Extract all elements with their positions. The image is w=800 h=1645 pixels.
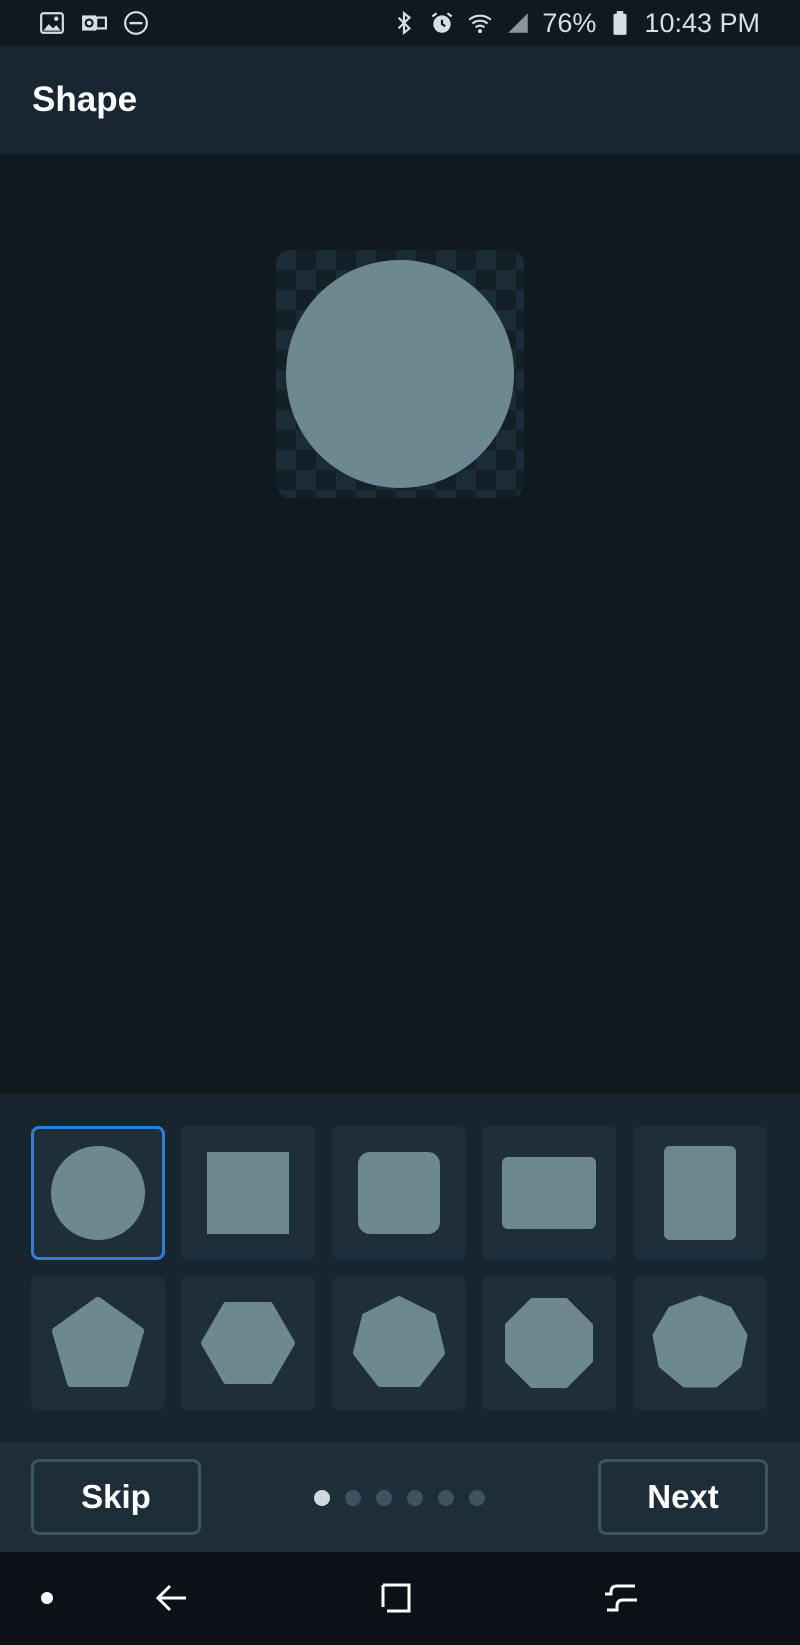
image-icon <box>38 9 66 37</box>
skip-button[interactable]: Skip <box>31 1459 201 1535</box>
page-dot-2 <box>345 1490 361 1506</box>
navigation-bar <box>0 1552 800 1645</box>
nonagon-shape-icon <box>652 1295 748 1388</box>
home-icon[interactable] <box>601 1578 641 1618</box>
battery-percent: 76% <box>542 7 597 38</box>
clock: 10:43 PM <box>644 7 760 38</box>
alarm-icon <box>428 9 456 37</box>
dot-icon[interactable] <box>27 1578 67 1618</box>
preview-area <box>0 154 800 1094</box>
bluetooth-icon <box>390 9 418 37</box>
shape-option-rounded-square[interactable] <box>332 1126 466 1260</box>
action-bar: Skip Next <box>0 1442 800 1552</box>
shape-option-square[interactable] <box>181 1126 315 1260</box>
back-icon[interactable] <box>152 1578 192 1618</box>
octagon-shape-icon <box>505 1298 593 1388</box>
page-title: Shape <box>32 80 138 119</box>
shape-option-hexagon[interactable] <box>181 1276 315 1410</box>
shape-option-pentagon[interactable] <box>31 1276 165 1410</box>
page-dot-5 <box>438 1490 454 1506</box>
shape-option-landscape-rectangle[interactable] <box>482 1126 616 1260</box>
status-bar: 76% 10:43 PM <box>0 0 800 46</box>
wifi-icon <box>466 9 494 37</box>
app-bar: Shape <box>0 46 800 154</box>
shape-picker <box>0 1094 800 1442</box>
preview-circle-shape <box>286 260 514 488</box>
shape-option-octagon[interactable] <box>482 1276 616 1410</box>
rounded-square-shape-icon <box>358 1152 440 1234</box>
recents-icon[interactable] <box>376 1578 416 1618</box>
pentagon-shape-icon <box>52 1297 144 1387</box>
outlook-icon <box>80 9 108 37</box>
shape-option-nonagon[interactable] <box>633 1276 767 1410</box>
status-left <box>38 9 150 37</box>
heptagon-shape-icon <box>353 1296 445 1387</box>
preview-tile <box>276 250 524 498</box>
signal-icon <box>504 9 532 37</box>
landscape-rectangle-shape-icon <box>502 1157 596 1229</box>
page-dot-3 <box>376 1490 392 1506</box>
page-dot-1 <box>314 1490 330 1506</box>
page-dot-4 <box>407 1490 423 1506</box>
shape-option-circle[interactable] <box>31 1126 165 1260</box>
do-not-disturb-icon <box>122 9 150 37</box>
square-shape-icon <box>207 1152 289 1234</box>
status-right: 76% 10:43 PM <box>390 8 760 39</box>
page-dot-6 <box>469 1490 485 1506</box>
circle-shape-icon <box>51 1146 145 1240</box>
next-button[interactable]: Next <box>598 1459 768 1535</box>
battery-icon <box>606 9 634 37</box>
shape-option-portrait-rectangle[interactable] <box>633 1126 767 1260</box>
shape-option-heptagon[interactable] <box>332 1276 466 1410</box>
portrait-rectangle-shape-icon <box>664 1146 736 1240</box>
hexagon-shape-icon <box>201 1302 295 1384</box>
page-indicator <box>314 1490 485 1506</box>
